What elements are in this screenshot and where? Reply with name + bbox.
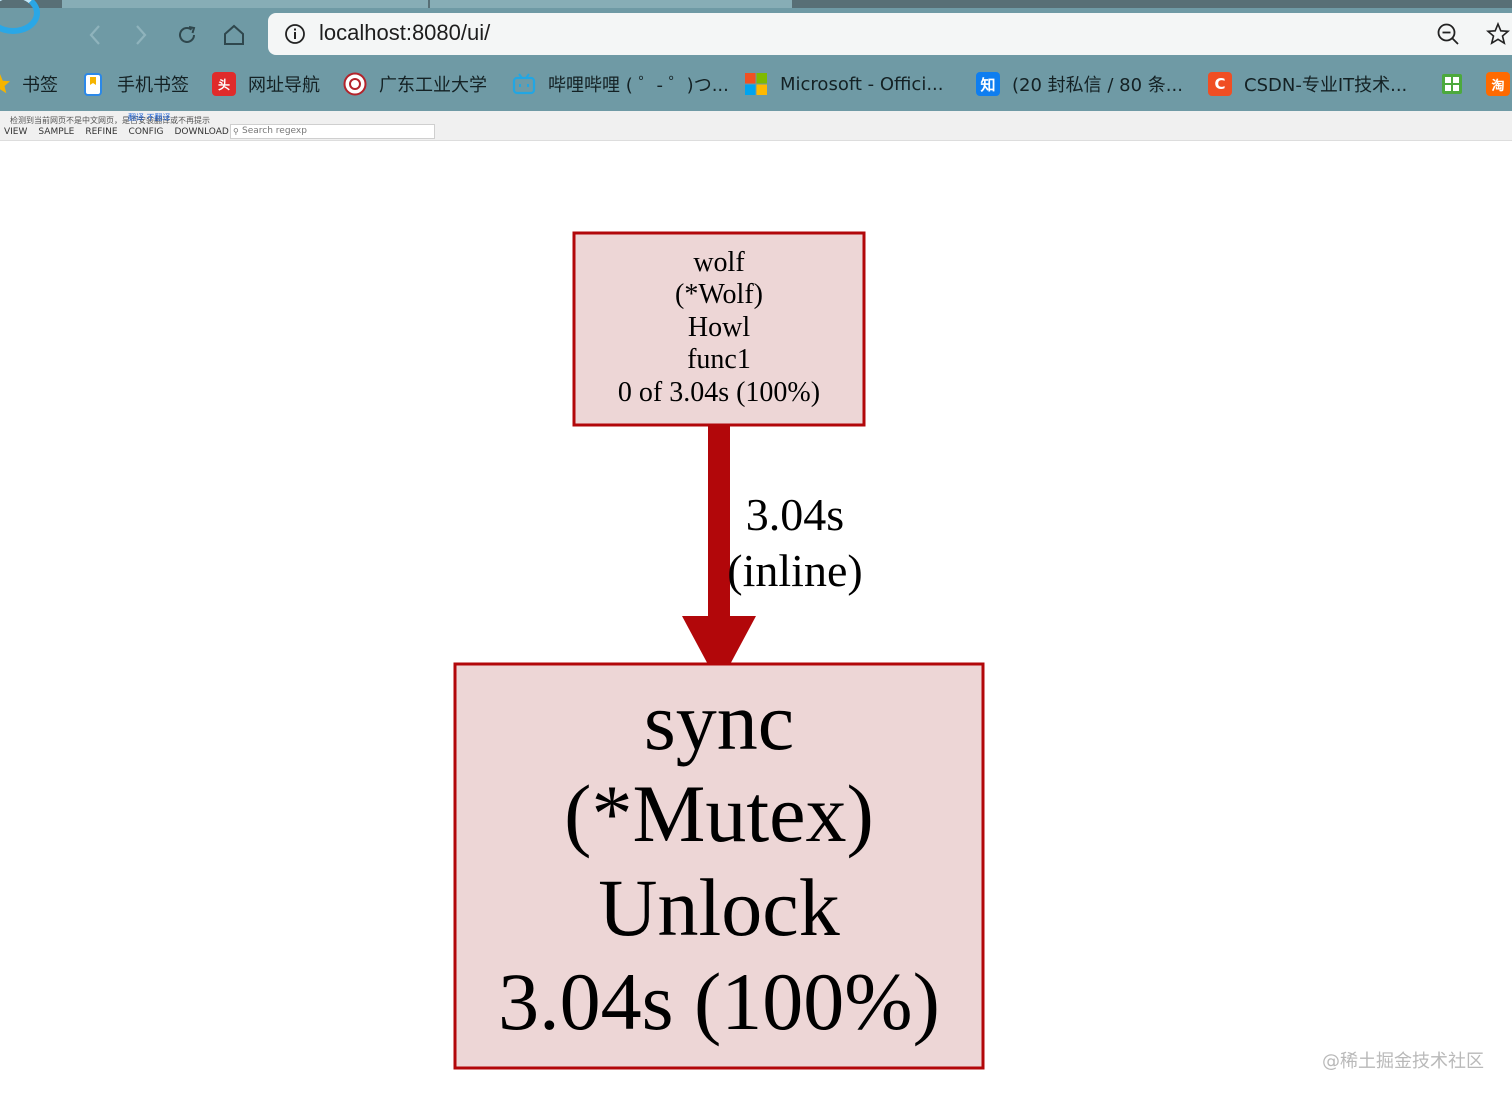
bookmark-item[interactable]: 哔哩哔哩 ( ゜- ゜)つ... [512, 70, 729, 98]
star-icon[interactable] [1486, 22, 1510, 46]
zoom-out-icon[interactable] [1436, 22, 1460, 46]
edge-label: 3.04s [746, 489, 844, 540]
graph-edge[interactable]: 3.04s (inline) [682, 426, 863, 685]
address-bar[interactable]: localhost:8080/ui/ [268, 13, 1512, 55]
forward-button[interactable] [124, 18, 158, 52]
browser-tab[interactable] [430, 0, 792, 8]
watermark: @稀土掘金技术社区 [1322, 1051, 1484, 1072]
browser-tab[interactable] [62, 0, 428, 8]
reload-button[interactable] [170, 18, 204, 52]
bookmark-item[interactable]: 广东工业大学 [343, 70, 487, 98]
translate-notice: 检测到当前网页不是中文网页，是否安装翻译或不再提示 [10, 116, 210, 125]
csdn-icon: C [1208, 72, 1232, 96]
bookmark-item[interactable]: 淘 [1486, 70, 1510, 98]
microsoft-icon [745, 73, 767, 95]
bookmark-item[interactable]: Microsoft - Offici... [744, 70, 944, 98]
university-seal-icon [343, 72, 367, 96]
pprof-toolbar: 检测到当前网页不是中文网页，是否安装翻译或不再提示 翻译 不翻译 VIEW SA… [0, 111, 1512, 141]
browser-logo-icon [0, 0, 40, 34]
taobao-icon: 淘 [1486, 72, 1510, 96]
browser-chrome: localhost:8080/ui/ 书签 手机书签 头 网址导航 广东工业大学… [0, 0, 1512, 111]
reload-icon [179, 26, 196, 43]
translate-link[interactable]: 翻译 不翻译 [128, 112, 171, 123]
menu-config[interactable]: CONFIG [129, 127, 164, 137]
bookmark-item[interactable]: 头 网址导航 [212, 70, 320, 98]
node-text-line: 0 of 3.04s (100%) [618, 377, 820, 408]
menu-sample[interactable]: SAMPLE [38, 127, 74, 137]
node-text-line: Howl [688, 312, 750, 343]
site-info-icon[interactable] [284, 23, 306, 45]
chevron-left-icon [89, 25, 100, 45]
bookmark-item[interactable]: C CSDN-专业IT技术... [1208, 70, 1407, 98]
node-text-line: func1 [687, 344, 751, 375]
bookmark-item[interactable]: 手机书签 [81, 70, 189, 98]
chevron-right-icon [136, 25, 147, 45]
back-button[interactable] [78, 18, 112, 52]
mobile-bookmark-icon [84, 73, 102, 96]
bookmarks-bar: 书签 手机书签 头 网址导航 广东工业大学 哔哩哔哩 ( ゜- ゜)つ... M… [0, 64, 1512, 104]
menu-view[interactable]: VIEW [4, 127, 27, 137]
home-button[interactable] [217, 18, 251, 52]
edge-label: (inline) [727, 545, 862, 596]
url-text[interactable]: localhost:8080/ui/ [319, 20, 490, 46]
graph-node-caller[interactable]: wolf (*Wolf) Howl func1 0 of 3.04s (100%… [572, 231, 866, 427]
menu-refine[interactable]: REFINE [85, 127, 117, 137]
menu-download[interactable]: DOWNLOAD [174, 127, 228, 137]
navigation-icon: 头 [212, 72, 236, 96]
bookmark-star-icon [0, 74, 10, 94]
zhihu-icon: 知 [976, 72, 1000, 96]
node-text-line: sync [644, 676, 794, 767]
node-text-line: Unlock [598, 862, 839, 953]
call-graph: wolf (*Wolf) Howl func1 0 of 3.04s (100%… [453, 231, 985, 1070]
search-input[interactable]: ⚲ Search regexp [230, 124, 435, 139]
search-placeholder: Search regexp [242, 126, 307, 136]
node-text-line: wolf [693, 247, 745, 278]
bookmark-item[interactable] [1440, 70, 1464, 98]
bookmark-item[interactable]: 知 (20 封私信 / 80 条... [976, 70, 1183, 98]
graph-node-callee[interactable]: sync (*Mutex) Unlock 3.04s (100%) [453, 662, 985, 1070]
grid-app-icon [1442, 74, 1462, 94]
pprof-menu: VIEW SAMPLE REFINE CONFIG DOWNLOAD [4, 127, 240, 137]
tab-strip [0, 0, 1512, 8]
home-icon [224, 24, 244, 45]
node-text-line: (*Wolf) [675, 279, 763, 310]
bookmark-item[interactable]: 书签 [0, 70, 58, 98]
search-icon: ⚲ [233, 127, 239, 136]
bilibili-icon [512, 73, 536, 95]
node-text-line: 3.04s (100%) [498, 956, 940, 1047]
node-text-line: (*Mutex) [564, 768, 874, 859]
